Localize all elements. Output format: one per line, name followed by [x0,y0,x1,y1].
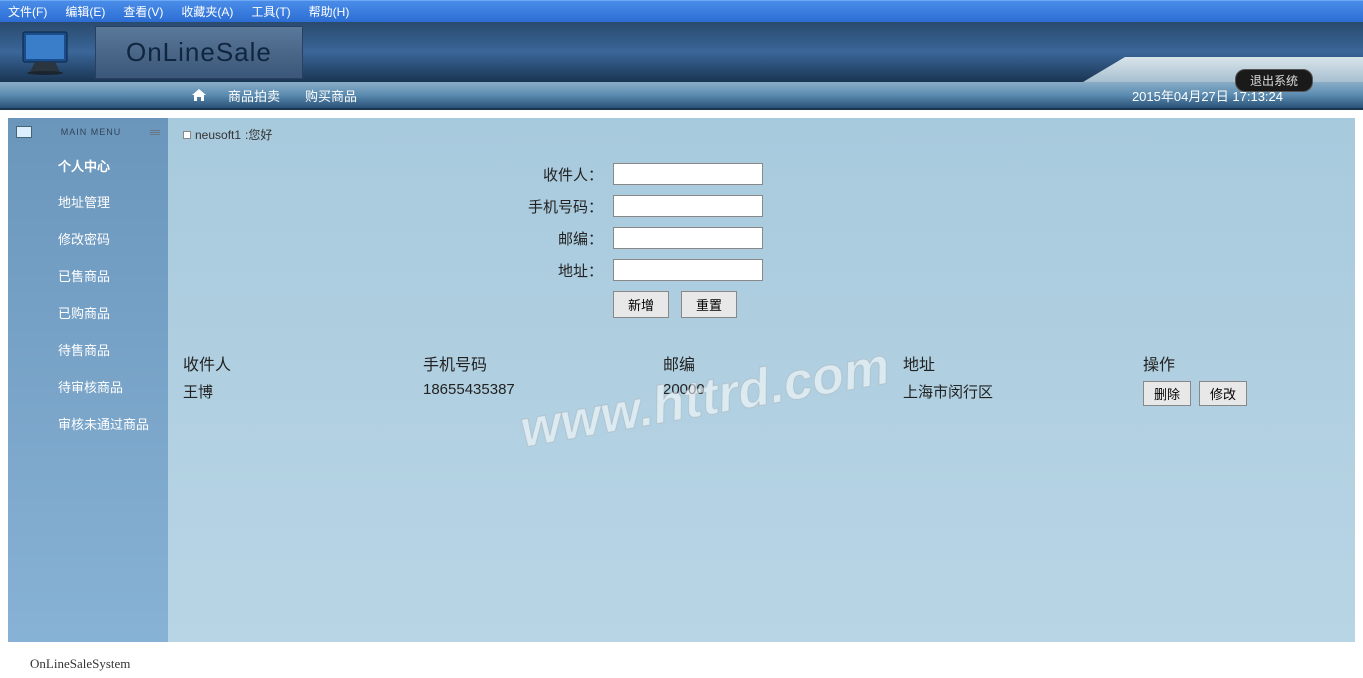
sidebar-item-rejected[interactable]: 审核未通过商品 [8,405,168,442]
app-title-box: OnLineSale [95,26,303,79]
nav-bar: 商品拍卖 购买商品 2015年04月27日 17:13:24 [0,82,1363,110]
label-address: 地址： [523,260,603,281]
th-recipient: 收件人 [183,351,423,375]
home-icon[interactable] [190,87,208,103]
main-area: MAIN MENU 个人中心 地址管理 修改密码 已售商品 已购商品 待售商品 … [0,110,1363,650]
sidebar: MAIN MENU 个人中心 地址管理 修改密码 已售商品 已购商品 待售商品 … [8,118,168,642]
menu-file[interactable]: 文件(F) [8,3,47,20]
th-zipcode: 邮编 [663,351,903,375]
label-recipient: 收件人： [523,164,603,185]
menu-view[interactable]: 查看(V) [123,3,163,20]
address-table: 收件人 手机号码 邮编 地址 操作 王博 18655435387 20000 上… [183,348,1340,409]
greeting-user: neusoft1 [195,128,241,142]
input-phone[interactable] [613,195,763,217]
user-greeting: neusoft1 :您好 [183,126,1340,143]
nav-auction[interactable]: 商品拍卖 [228,86,280,105]
sidebar-item-bought[interactable]: 已购商品 [8,294,168,331]
sidebar-item-forsale[interactable]: 待售商品 [8,331,168,368]
menu-lines-icon [150,130,160,135]
label-phone: 手机号码： [523,196,603,217]
th-actions: 操作 [1143,351,1340,375]
content-area: neusoft1 :您好 收件人： 手机号码： 邮编： 地址： 新增 重置 [168,118,1355,642]
edit-button[interactable]: 修改 [1199,381,1247,406]
td-zipcode: 20000 [663,381,903,406]
table-header-row: 收件人 手机号码 邮编 地址 操作 [183,348,1340,378]
td-actions: 删除 修改 [1143,381,1340,406]
header-stripe [1083,57,1363,82]
logo-area: OnLineSale [0,22,303,82]
greeting-suffix: :您好 [245,126,272,143]
app-title: OnLineSale [126,37,272,68]
header: OnLineSale 退出系统 [0,22,1363,82]
td-recipient: 王博 [183,381,423,406]
sidebar-header: 个人中心 [8,141,168,183]
exit-system-button[interactable]: 退出系统 [1235,69,1313,92]
th-phone: 手机号码 [423,351,663,375]
sidebar-item-password[interactable]: 修改密码 [8,220,168,257]
th-address: 地址 [903,351,1143,375]
input-recipient[interactable] [613,163,763,185]
menu-tools[interactable]: 工具(T) [251,3,290,20]
label-zipcode: 邮编： [523,228,603,249]
main-menu-label: MAIN MENU [61,127,122,137]
menu-favorites[interactable]: 收藏夹(A) [181,3,233,20]
user-dot-icon [183,131,191,139]
add-button[interactable]: 新增 [613,291,669,318]
window-icon [16,126,32,138]
nav-buy[interactable]: 购买商品 [305,86,357,105]
monitor-icon [0,22,90,82]
reset-button[interactable]: 重置 [681,291,737,318]
td-phone: 18655435387 [423,381,663,406]
address-form: 收件人： 手机号码： 邮编： 地址： 新增 重置 [523,163,1340,318]
menu-help[interactable]: 帮助(H) [309,3,350,20]
browser-menu-bar: 文件(F) 编辑(E) 查看(V) 收藏夹(A) 工具(T) 帮助(H) [0,0,1363,22]
sidebar-item-pending[interactable]: 待审核商品 [8,368,168,405]
menu-edit[interactable]: 编辑(E) [65,3,105,20]
delete-button[interactable]: 删除 [1143,381,1191,406]
sidebar-top: MAIN MENU [8,123,168,141]
sidebar-item-address[interactable]: 地址管理 [8,183,168,220]
input-address[interactable] [613,259,763,281]
table-row: 王博 18655435387 20000 上海市闵行区 删除 修改 [183,378,1340,409]
td-address: 上海市闵行区 [903,381,1143,406]
sidebar-item-sold[interactable]: 已售商品 [8,257,168,294]
input-zipcode[interactable] [613,227,763,249]
